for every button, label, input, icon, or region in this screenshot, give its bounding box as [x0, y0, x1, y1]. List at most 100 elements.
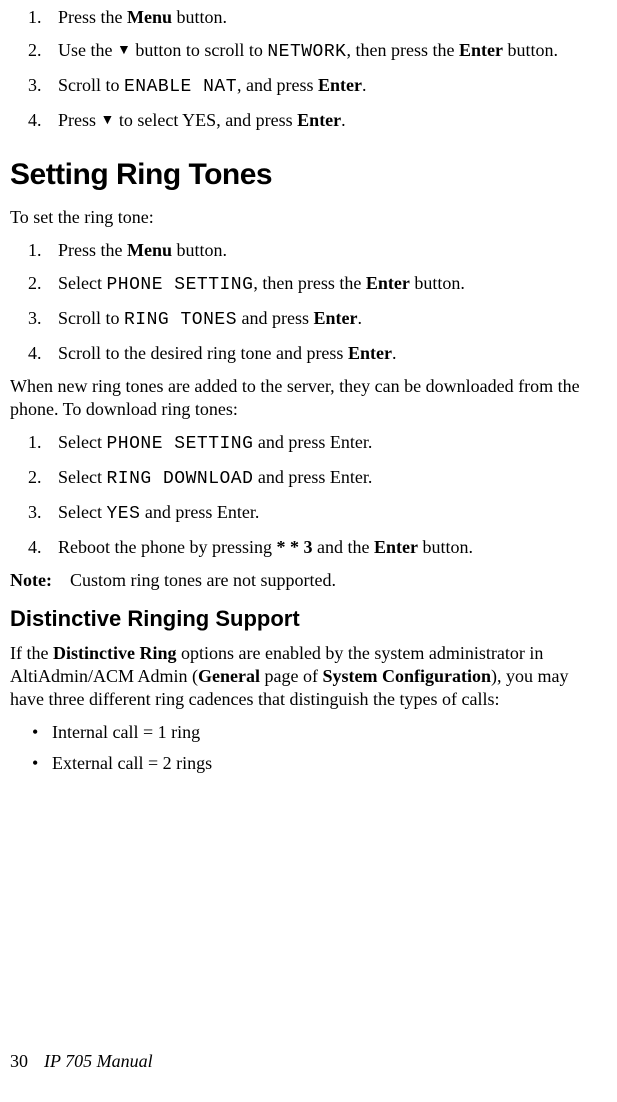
- step-text: button.: [172, 7, 227, 27]
- step-text: Select: [58, 467, 106, 487]
- system-configuration-label: System Configuration: [322, 666, 491, 686]
- note-label: Note:: [10, 569, 70, 592]
- step-text: .: [362, 75, 367, 95]
- step-row: 3. Select YES and press Enter.: [10, 501, 597, 526]
- step-text: Press: [58, 110, 101, 130]
- step-text: Select: [58, 502, 106, 522]
- steps-block-2: 1. Press the Menu button. 2. Select PHON…: [10, 239, 597, 365]
- step-text: button.: [503, 40, 558, 60]
- step-text: and press Enter.: [140, 502, 259, 522]
- step-row: 1. Press the Menu button.: [10, 6, 597, 29]
- page: 1. Press the Menu button. 2. Use the ▼ b…: [0, 0, 617, 1102]
- step-row: 1. Select PHONE SETTING and press Enter.: [10, 431, 597, 456]
- enter-label: Enter: [366, 273, 410, 293]
- step-row: 2. Select RING DOWNLOAD and press Enter.: [10, 466, 597, 491]
- step-row: 2. Select PHONE SETTING, then press the …: [10, 272, 597, 297]
- enter-label: Enter: [318, 75, 362, 95]
- enter-label: Enter: [314, 308, 358, 328]
- p-text: If the: [10, 643, 53, 663]
- step-text: Press the: [58, 7, 127, 27]
- step-text: button.: [172, 240, 227, 260]
- steps-block-3: 1. Select PHONE SETTING and press Enter.…: [10, 431, 597, 559]
- note-row: Note: Custom ring tones are not supporte…: [10, 569, 597, 592]
- step-text: Scroll to the desired ring tone and pres…: [58, 343, 348, 363]
- step-text: Reboot the phone by pressing: [58, 537, 276, 557]
- step-row: 2. Use the ▼ button to scroll to NETWORK…: [10, 39, 597, 64]
- list-item: • External call = 2 rings: [10, 752, 597, 775]
- step-number: 4.: [28, 109, 42, 132]
- bullet-icon: •: [32, 721, 38, 744]
- enter-label: Enter: [374, 537, 418, 557]
- step-row: 4. Press ▼ to select YES, and press Ente…: [10, 109, 597, 132]
- step-text: .: [392, 343, 397, 363]
- phone-setting-code: PHONE SETTING: [106, 434, 253, 454]
- step-number: 3.: [28, 501, 42, 524]
- step-text: button to scroll to: [131, 40, 268, 60]
- step-number: 2.: [28, 39, 42, 62]
- ring-download-code: RING DOWNLOAD: [106, 469, 253, 489]
- step-text: and press Enter.: [253, 432, 372, 452]
- bullet-text: Internal call = 1 ring: [52, 722, 200, 742]
- step-text: button.: [418, 537, 473, 557]
- step-text: , and press: [237, 75, 318, 95]
- step-number: 2.: [28, 272, 42, 295]
- step-text: , then press the: [253, 273, 365, 293]
- phone-setting-code: PHONE SETTING: [106, 275, 253, 295]
- manual-title: IP 705 Manual: [44, 1051, 153, 1071]
- section-heading: Setting Ring Tones: [10, 158, 597, 192]
- step-row: 3. Scroll to ENABLE NAT, and press Enter…: [10, 74, 597, 99]
- p-text: page of: [260, 666, 322, 686]
- bullet-text: External call = 2 rings: [52, 753, 212, 773]
- step-row: 4. Reboot the phone by pressing * * 3 an…: [10, 536, 597, 559]
- step-text: Press the: [58, 240, 127, 260]
- step-text: and press Enter.: [253, 467, 372, 487]
- step-number: 4.: [28, 536, 42, 559]
- step-text: Use the: [58, 40, 117, 60]
- step-number: 3.: [28, 307, 42, 330]
- step-text: button.: [410, 273, 465, 293]
- enter-label: Enter: [459, 40, 503, 60]
- menu-label: Menu: [127, 240, 172, 260]
- enter-label: Enter: [348, 343, 392, 363]
- enter-label: Enter: [297, 110, 341, 130]
- step-text: and the: [312, 537, 373, 557]
- bullet-list: • Internal call = 1 ring • External call…: [10, 721, 597, 775]
- menu-label: Menu: [127, 7, 172, 27]
- step-number: 1.: [28, 431, 42, 454]
- distinctive-ring-label: Distinctive Ring: [53, 643, 177, 663]
- step-row: 3. Scroll to RING TONES and press Enter.: [10, 307, 597, 332]
- step-text: Scroll to: [58, 75, 124, 95]
- step-number: 3.: [28, 74, 42, 97]
- bullet-icon: •: [32, 752, 38, 775]
- enable-nat-code: ENABLE NAT: [124, 77, 237, 97]
- step-number: 1.: [28, 6, 42, 29]
- step-row: 4. Scroll to the desired ring tone and p…: [10, 342, 597, 365]
- page-number: 30: [10, 1051, 44, 1071]
- step-text: Scroll to: [58, 308, 124, 328]
- subsection-heading: Distinctive Ringing Support: [10, 606, 597, 632]
- intro-paragraph: When new ring tones are added to the ser…: [10, 375, 597, 421]
- step-number: 1.: [28, 239, 42, 262]
- step-text: , then press the: [346, 40, 458, 60]
- general-label: General: [198, 666, 260, 686]
- intro-paragraph: To set the ring tone:: [10, 206, 597, 229]
- distinctive-paragraph: If the Distinctive Ring options are enab…: [10, 642, 597, 711]
- step-text: Select: [58, 432, 106, 452]
- step-text: .: [358, 308, 363, 328]
- steps-block-1: 1. Press the Menu button. 2. Use the ▼ b…: [10, 6, 597, 132]
- step-text: to select YES, and press: [114, 110, 297, 130]
- network-code: NETWORK: [267, 42, 346, 62]
- note-text: Custom ring tones are not supported.: [70, 569, 336, 592]
- ring-tones-code: RING TONES: [124, 310, 237, 330]
- content-area: 1. Press the Menu button. 2. Use the ▼ b…: [10, 0, 597, 775]
- step-row: 1. Press the Menu button.: [10, 239, 597, 262]
- step-number: 2.: [28, 466, 42, 489]
- star-star-3: * * 3: [276, 537, 312, 557]
- step-text: Select: [58, 273, 106, 293]
- step-number: 4.: [28, 342, 42, 365]
- step-text: .: [341, 110, 346, 130]
- step-text: and press: [237, 308, 313, 328]
- list-item: • Internal call = 1 ring: [10, 721, 597, 744]
- page-footer: 30IP 705 Manual: [10, 1051, 153, 1072]
- yes-code: YES: [106, 504, 140, 524]
